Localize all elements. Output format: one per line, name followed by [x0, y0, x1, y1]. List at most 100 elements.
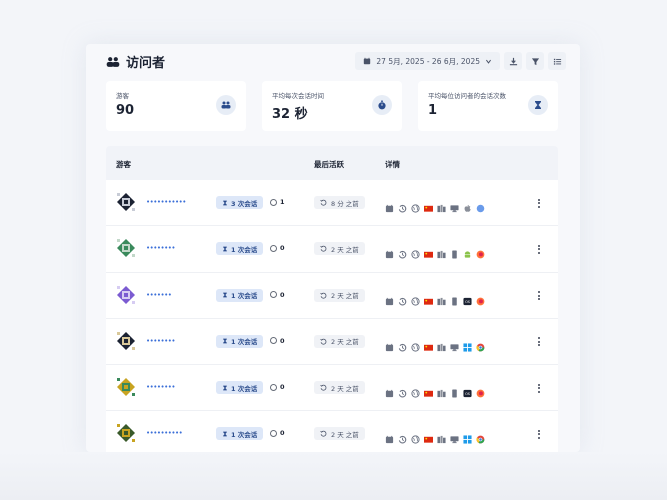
details-icons — [385, 197, 485, 213]
eye-icon — [270, 383, 277, 391]
globe-icon[interactable] — [411, 198, 420, 213]
more-options-icon[interactable] — [536, 196, 542, 210]
browser-icon — [476, 429, 485, 444]
sessions-badge[interactable]: 1 次会话 — [216, 381, 264, 395]
avatar — [116, 284, 136, 305]
browser-icon — [476, 198, 485, 213]
visitor-name-link[interactable]: ••••••••••• — [146, 198, 186, 206]
history-icon[interactable] — [398, 244, 407, 259]
last-active-text: 8 分 之前 — [331, 199, 359, 208]
table-row[interactable]: •••••••• 1 次会话 0 2 天 之前 OS — [106, 365, 558, 412]
date-range-button[interactable]: 27 5月, 2025 - 26 6月, 2025 — [355, 52, 500, 70]
sessions-count: 1 次会话 — [231, 430, 258, 439]
column-header-visitor[interactable]: 游客 — [116, 159, 131, 170]
building-icon — [437, 198, 446, 213]
visitor-name-link[interactable]: •••••••••• — [146, 429, 183, 437]
table-row[interactable]: ••••••••••• 3 次会话 1 8 分 之前 — [106, 180, 558, 227]
sessions-badge[interactable]: 1 次会话 — [216, 288, 264, 302]
date-range-label: 27 5月, 2025 - 26 6月, 2025 — [376, 56, 480, 66]
table-row[interactable]: ••••••• 1 次会话 0 2 天 之前 OS — [106, 272, 558, 319]
more-options-icon[interactable] — [536, 242, 542, 256]
flag-cn-icon — [424, 291, 433, 305]
globe-icon[interactable] — [411, 291, 420, 306]
visitor-name-link[interactable]: ••••••• — [146, 291, 172, 299]
chrome-icon — [476, 436, 485, 444]
bottom-fade — [0, 452, 667, 500]
browser-icon — [476, 204, 485, 213]
details-icons — [385, 428, 485, 445]
hourglass-icon — [223, 431, 227, 437]
filter-button[interactable] — [526, 52, 544, 70]
hourglass-icon — [223, 246, 227, 252]
chevron-down-icon — [486, 59, 491, 64]
svg-text:OS: OS — [465, 300, 470, 304]
avatar — [116, 423, 136, 444]
more-options-icon[interactable] — [536, 381, 542, 395]
more-options-icon[interactable] — [536, 289, 542, 303]
columns-button[interactable] — [548, 52, 566, 70]
os-icon — [463, 198, 472, 212]
sessions-badge[interactable]: 1 次会话 — [216, 427, 264, 441]
building-icon — [437, 429, 446, 444]
last-active-text: 2 天 之前 — [331, 430, 359, 439]
device-icon — [450, 244, 459, 259]
stats-row: 游客 90 平均每次会话时间 32 秒 平均每位访问者的会话次数 1 — [106, 81, 558, 131]
flag-cn-icon — [424, 429, 433, 444]
pageviews-count: 0 — [270, 244, 285, 252]
table-row[interactable]: •••••••••• 1 次会话 0 2 天 之前 — [106, 411, 558, 452]
globe-icon[interactable] — [411, 383, 420, 398]
more-options-icon[interactable] — [536, 427, 542, 441]
last-active-badge: 2 天 之前 — [314, 288, 365, 302]
visitor-name-link[interactable]: •••••••• — [146, 383, 176, 391]
history-icon — [320, 431, 327, 438]
history-icon — [320, 246, 327, 252]
avatar — [116, 377, 136, 398]
calendar-icon[interactable] — [385, 291, 394, 305]
visitor-name-link[interactable]: •••••••• — [146, 337, 176, 345]
flag-cn-icon — [424, 383, 433, 397]
calendar-icon[interactable] — [385, 244, 394, 259]
firefox-icon — [476, 389, 485, 398]
title-wrap: 访问者 — [106, 52, 165, 71]
visitor-name-link[interactable]: •••••••• — [146, 244, 176, 252]
last-active-badge: 2 天 之前 — [314, 381, 365, 395]
sessions-badge[interactable]: 1 次会话 — [216, 334, 264, 348]
globe-icon[interactable] — [411, 429, 420, 445]
sessions-badge[interactable]: 3 次会话 — [216, 196, 264, 209]
hourglass-icon — [223, 292, 227, 298]
eye-icon — [270, 337, 277, 345]
history-icon[interactable] — [398, 337, 407, 352]
download-button[interactable] — [504, 52, 522, 70]
desktop-icon — [450, 436, 459, 444]
flag-cn-icon — [424, 198, 433, 212]
globe-icon[interactable] — [411, 244, 420, 259]
sessions-badge[interactable]: 1 次会话 — [216, 242, 264, 256]
sessions-count: 1 次会话 — [231, 245, 258, 254]
os-icon — [463, 337, 472, 352]
windows-icon — [463, 343, 472, 352]
calendar-icon[interactable] — [385, 429, 394, 444]
history-icon[interactable] — [398, 429, 407, 444]
sessions-count: 3 次会话 — [231, 199, 258, 208]
history-icon[interactable] — [398, 291, 407, 306]
column-header-last-active[interactable]: 最后活跃 — [314, 159, 344, 170]
globe-icon[interactable] — [411, 337, 420, 352]
calendar-icon[interactable] — [385, 337, 394, 351]
calendar-icon[interactable] — [385, 198, 394, 213]
column-header-details: 详情 — [385, 160, 400, 169]
building-icon — [437, 337, 446, 351]
table-row[interactable]: •••••••• 1 次会话 0 2 天 之前 — [106, 318, 558, 366]
toolbar: 27 5月, 2025 - 26 6月, 2025 — [355, 52, 566, 70]
flag-cn-icon — [424, 337, 433, 351]
history-icon[interactable] — [398, 383, 407, 398]
list-icon — [553, 58, 561, 65]
table-row[interactable]: •••••••• 1 次会话 0 2 天 之前 — [106, 226, 558, 273]
hourglass-icon — [528, 95, 548, 115]
history-icon[interactable] — [398, 198, 407, 213]
last-active-badge: 2 天 之前 — [314, 242, 365, 256]
views-value: 1 — [280, 198, 285, 206]
more-options-icon[interactable] — [536, 335, 542, 349]
pageviews-count: 0 — [270, 429, 285, 437]
history-icon — [320, 384, 327, 391]
calendar-icon[interactable] — [385, 383, 394, 398]
